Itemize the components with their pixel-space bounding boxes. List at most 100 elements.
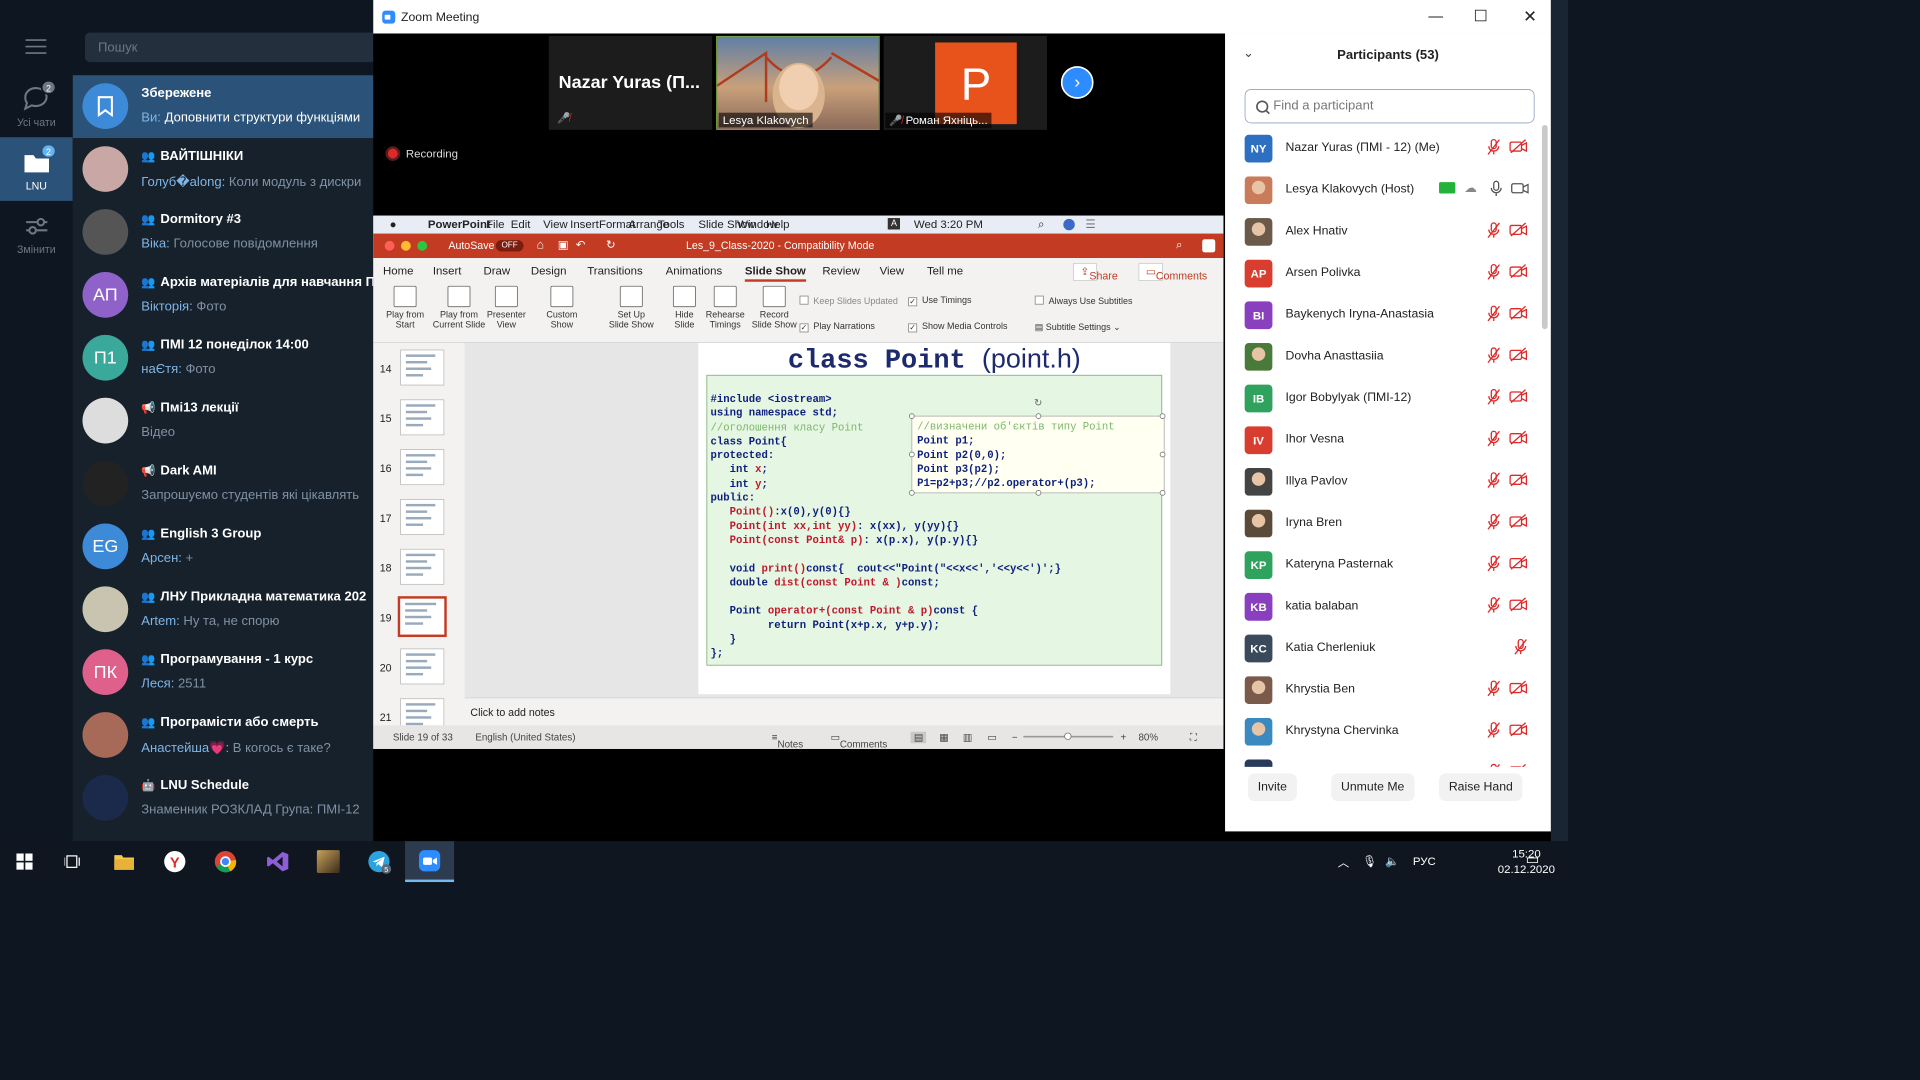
keep-updated-checkbox[interactable]: Keep Slides Updated [799, 295, 898, 306]
yandex-browser-icon[interactable]: Y [150, 841, 199, 882]
slide-sorter-icon[interactable]: ▦ [939, 732, 948, 743]
find-participant-input[interactable]: Find a participant [1244, 89, 1535, 124]
participant-row[interactable]: AP Arsen Polivka [1225, 252, 1544, 294]
show-media-controls-checkbox[interactable]: ✓ Show Media Controls [908, 322, 1007, 333]
participant-row[interactable]: IB Igor Bobylyak (ПМІ-12) [1225, 377, 1544, 419]
participant-row[interactable]: Dovha Anasttasiia [1225, 336, 1544, 378]
tray-chevron-icon[interactable]: ︿ [1338, 854, 1349, 870]
ribbon-button[interactable]: Custom Show [537, 285, 588, 330]
chat-item[interactable]: 📢 Пмі13 лекції Відео [73, 390, 375, 453]
slide-thumbnail[interactable]: 17 [373, 496, 463, 545]
language-status[interactable]: English (United States) [475, 732, 575, 743]
zoom-window-dot[interactable] [417, 240, 428, 251]
slide-thumbnail[interactable]: 20 [373, 645, 463, 694]
ribbon-button[interactable]: Record Slide Show [749, 285, 800, 330]
participant-row[interactable]: Alex Hnativ [1225, 211, 1544, 253]
participant-row[interactable]: NY Nazar Yuras (ПМІ - 12) (Me) [1225, 127, 1544, 169]
ribbon-tab[interactable]: Review [822, 264, 859, 277]
chat-item[interactable]: 👥 Dormitory #3 Віка: Голосове повідомлення [73, 201, 375, 264]
participant-row[interactable]: BI Baykenych Iryna-Anastasia [1225, 294, 1544, 336]
fit-to-window-icon[interactable]: ⛶ [1190, 732, 1197, 744]
video-tile-lesya[interactable]: Lesya Klakovych [716, 35, 880, 130]
zoom-icon[interactable] [405, 841, 455, 883]
menubar-item[interactable]: Help [766, 217, 790, 230]
invite-button[interactable]: Invite [1247, 773, 1297, 802]
chat-item[interactable]: EG 👥 English 3 Group Арсен: + [73, 515, 375, 578]
microphone-tray-icon[interactable]: 🎙 [1362, 854, 1377, 868]
maximize-icon[interactable] [1474, 9, 1487, 22]
slide-thumbnail[interactable]: 15 [373, 396, 463, 445]
participant-row[interactable]: Khrystyna Chervinka [1225, 711, 1544, 753]
file-explorer-icon[interactable] [100, 841, 149, 882]
video-tile-nazar[interactable]: Nazar Yuras (П... 🎤̸ [548, 35, 713, 130]
chat-item[interactable]: 👥 ВАЙТІШНІКИ Голуб�along: Коли модуль з ди… [73, 138, 375, 201]
folder-edit[interactable]: Змінити [0, 201, 73, 265]
ribbon-tab[interactable]: Transitions [587, 264, 642, 277]
notes-toggle[interactable]: ≡ Notes [772, 732, 803, 749]
resize-handle[interactable] [908, 451, 915, 458]
comments-button[interactable]: ▭ Comments [1138, 262, 1207, 282]
menubar-item[interactable]: PowerPoint [428, 217, 491, 230]
participant-row[interactable]: IV Ihor Vesna [1225, 419, 1544, 461]
comments-toggle[interactable]: ▭ Comments [831, 732, 888, 749]
normal-view-icon[interactable]: ▤ [910, 731, 927, 744]
slide-thumbnail[interactable]: 19 [373, 595, 463, 644]
chat-item[interactable]: 📢 Dark AMI Запрошуємо студентів які цікав… [73, 452, 375, 515]
save-icon[interactable]: ▣ [558, 238, 569, 252]
menubar-item[interactable]: File [486, 217, 504, 230]
folder-all-chats[interactable]: 2 Усі чати [0, 74, 73, 138]
ribbon-tab[interactable]: Home [383, 264, 414, 277]
ribbon-tab[interactable]: Insert [433, 264, 462, 277]
reading-view-icon[interactable]: ▥ [963, 732, 972, 743]
participant-row[interactable]: MK Mihal Kordyuk [1225, 752, 1544, 767]
ribbon-tab[interactable]: Design [531, 264, 567, 277]
menubar-item[interactable]: Tools [658, 217, 685, 230]
slide-thumbnail[interactable]: 16 [373, 446, 463, 495]
notes-pane[interactable]: Click to add notes [464, 697, 1224, 726]
folder-lnu[interactable]: 2 LNU [0, 137, 73, 201]
search-input[interactable]: Пошук [84, 32, 379, 63]
zoom-out-icon[interactable]: − [1012, 732, 1018, 743]
zoom-in-icon[interactable]: + [1121, 732, 1127, 743]
participant-row[interactable]: KC Katia Cherleniuk [1225, 627, 1544, 669]
participant-row[interactable]: Lesya Klakovych (Host) ☁ [1225, 169, 1544, 211]
volume-icon[interactable]: 🔈 [1385, 854, 1399, 868]
chrome-icon[interactable] [201, 841, 250, 882]
participant-row[interactable]: Iryna Bren [1225, 502, 1544, 544]
start-icon[interactable] [0, 841, 49, 882]
close-window-dot[interactable] [384, 240, 395, 251]
language-indicator[interactable]: РУС [1413, 854, 1436, 867]
chat-item[interactable]: АП 👥 Архів матеріалів для навчання П Віктор… [73, 264, 375, 327]
chat-item[interactable]: ПК 👥 Програмування - 1 курс Леся: 2511 [73, 641, 375, 704]
notifications-icon[interactable]: ▭ [1526, 851, 1540, 868]
raise-hand-button[interactable]: Raise Hand [1439, 773, 1523, 802]
participant-row[interactable]: Khrystia Ben [1225, 669, 1544, 711]
resize-handle[interactable] [908, 490, 915, 496]
video-tile-roman[interactable]: P 🎤̸ Роман Яхніць... [883, 35, 1048, 130]
ribbon-button[interactable]: Presenter View [481, 285, 532, 330]
subtitle-settings-dropdown[interactable]: ▤ Subtitle Settings ⌄ [1035, 322, 1121, 333]
redo-icon[interactable]: ↻ [606, 238, 616, 252]
chat-item[interactable]: Збережене Ви: Доповнити структури функція… [72, 75, 375, 139]
participant-scrollbar[interactable] [1541, 124, 1548, 330]
play-narrations-checkbox[interactable]: ✓ Play Narrations [799, 322, 875, 333]
resize-handle[interactable] [1035, 413, 1042, 419]
resize-handle[interactable] [908, 413, 915, 419]
ribbon-tab[interactable]: Tell me [927, 264, 963, 277]
ribbon-tab[interactable]: Draw [483, 264, 510, 277]
task-view-icon[interactable] [49, 841, 98, 882]
home-icon[interactable]: ⌂ [537, 238, 544, 252]
participant-row[interactable]: Illya Pavlov [1225, 461, 1544, 503]
use-timings-checkbox[interactable]: ✓ Use Timings [908, 296, 971, 307]
search-icon[interactable]: ⌕ [1176, 238, 1182, 252]
chat-item[interactable]: П1 👥 ПМІ 12 понеділок 14:00 наЄтя: Фото [73, 327, 375, 390]
resize-handle[interactable] [1035, 490, 1042, 496]
close-icon[interactable]: ✕ [1523, 7, 1537, 27]
slide-thumbnail[interactable]: 18 [373, 546, 463, 595]
control-center-icon[interactable]: ☰ [1085, 217, 1095, 231]
account-icon[interactable] [1202, 239, 1216, 253]
ribbon-button[interactable]: Rehearse Timings [700, 285, 751, 330]
next-page-button[interactable]: › [1060, 66, 1094, 99]
chat-item[interactable]: 🤖 LNU Schedule Знаменник РОЗКЛАД Група: П… [73, 767, 375, 830]
resize-handle[interactable] [1159, 451, 1166, 458]
